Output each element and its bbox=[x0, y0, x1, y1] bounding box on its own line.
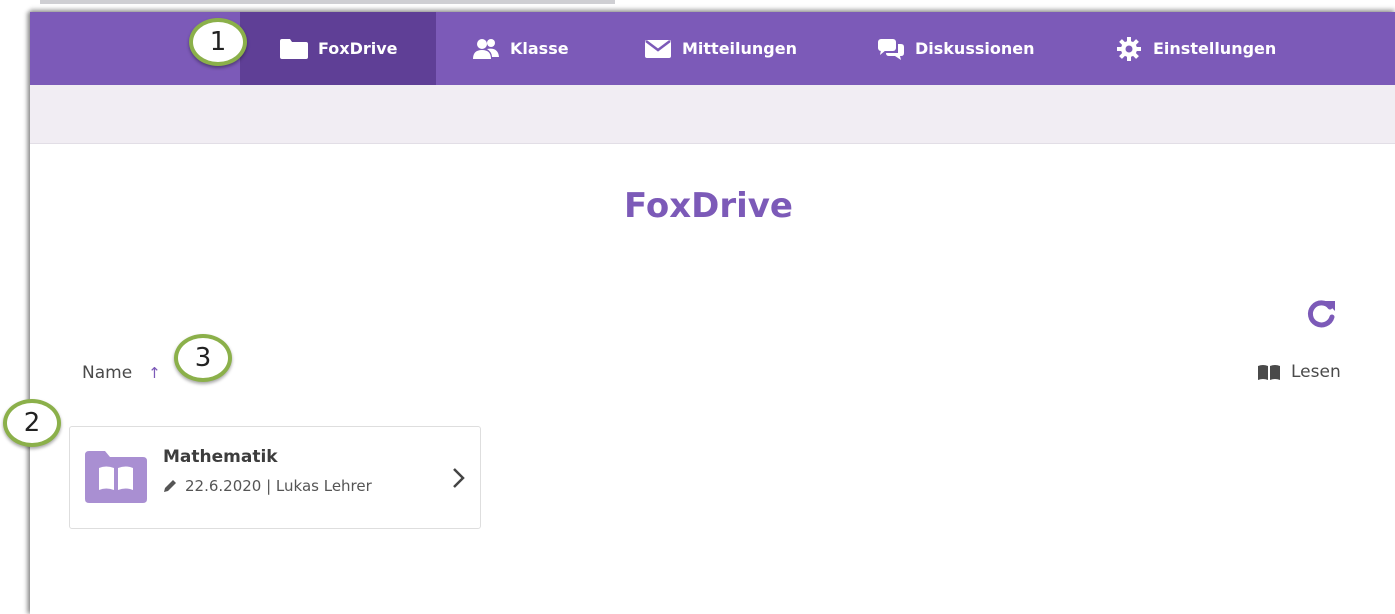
sort-ascending-icon: ↑ bbox=[148, 364, 161, 382]
nav-item-mitteilungen[interactable]: Mitteilungen bbox=[642, 12, 797, 85]
users-icon bbox=[470, 37, 502, 61]
sort-label: Name bbox=[82, 363, 133, 383]
nav-item-label: Einstellungen bbox=[1153, 39, 1277, 58]
refresh-button[interactable] bbox=[1305, 297, 1339, 331]
folder-icon bbox=[278, 37, 310, 61]
folder-meta: 22.6.2020 | Lukas Lehrer bbox=[163, 477, 372, 495]
page-title: FoxDrive bbox=[623, 186, 793, 226]
nav-item-label: Diskussionen bbox=[915, 39, 1035, 58]
folder-card[interactable]: Mathematik 22.6.2020 | Lukas Lehrer bbox=[69, 426, 481, 529]
sub-toolbar bbox=[30, 85, 1395, 144]
folder-name: Mathematik bbox=[163, 447, 278, 467]
nav-item-label: Klasse bbox=[510, 39, 569, 58]
nav-item-label: Mitteilungen bbox=[682, 39, 797, 58]
folder-meta-text: 22.6.2020 | Lukas Lehrer bbox=[185, 477, 372, 495]
pencil-icon bbox=[164, 480, 176, 492]
read-label: Lesen bbox=[1291, 362, 1341, 382]
sort-by-name-button[interactable]: Name ↑ bbox=[82, 363, 161, 383]
read-mode-button[interactable]: Lesen bbox=[1257, 362, 1341, 382]
window-top-edge bbox=[40, 0, 615, 4]
chat-icon bbox=[875, 37, 907, 61]
callout-1: 1 bbox=[189, 18, 247, 66]
nav-item-klasse[interactable]: Klasse bbox=[470, 12, 569, 85]
nav-item-label: FoxDrive bbox=[318, 39, 398, 58]
refresh-icon bbox=[1307, 300, 1335, 328]
callout-2: 2 bbox=[3, 399, 61, 447]
book-folder-icon bbox=[85, 449, 147, 503]
nav-item-foxdrive[interactable]: FoxDrive bbox=[240, 12, 436, 85]
nav-item-einstellungen[interactable]: Einstellungen bbox=[1113, 12, 1276, 85]
chevron-right-icon bbox=[453, 468, 465, 488]
gear-icon bbox=[1113, 36, 1145, 61]
book-icon bbox=[1257, 362, 1283, 382]
nav-item-diskussionen[interactable]: Diskussionen bbox=[875, 12, 1034, 85]
app-frame: FoxDrive Klasse Mitteilungen Diskussione… bbox=[30, 12, 1395, 614]
envelope-icon bbox=[642, 37, 674, 61]
callout-3: 3 bbox=[174, 334, 232, 382]
